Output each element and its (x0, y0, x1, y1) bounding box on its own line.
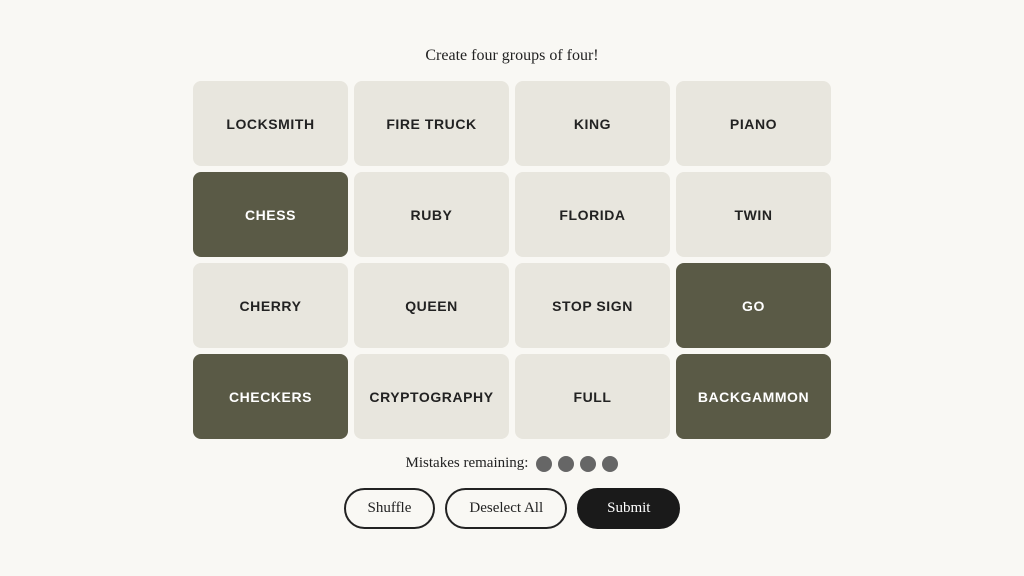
grid-cell[interactable]: PIANO (676, 81, 831, 166)
grid-cell[interactable]: GO (676, 263, 831, 348)
subtitle: Create four groups of four! (425, 47, 598, 65)
grid-cell[interactable]: STOP SIGN (515, 263, 670, 348)
mistake-dot (536, 456, 552, 472)
mistake-dot (558, 456, 574, 472)
mistake-dot (580, 456, 596, 472)
mistakes-row: Mistakes remaining: (406, 455, 619, 472)
mistakes-dots (536, 456, 618, 472)
grid-cell[interactable]: FLORIDA (515, 172, 670, 257)
grid-cell[interactable]: FIRE TRUCK (354, 81, 509, 166)
grid-cell[interactable]: CHECKERS (193, 354, 348, 439)
word-grid: LOCKSMITHFIRE TRUCKKINGPIANO CHESSRUBYFLO… (193, 81, 831, 439)
grid-cell[interactable]: FULL (515, 354, 670, 439)
grid-cell[interactable]: CHERRY (193, 263, 348, 348)
grid-cell[interactable]: RUBY (354, 172, 509, 257)
grid-cell[interactable]: CHESS (193, 172, 348, 257)
grid-cell[interactable]: CRYPTOGRAPHY (354, 354, 509, 439)
grid-cell[interactable]: LOCKSMITH (193, 81, 348, 166)
submit-button[interactable]: Submit (577, 488, 680, 529)
grid-cell[interactable]: QUEEN (354, 263, 509, 348)
shuffle-button[interactable]: Shuffle (344, 488, 436, 529)
deselect-button[interactable]: Deselect All (445, 488, 567, 529)
mistake-dot (602, 456, 618, 472)
grid-cell[interactable]: TWIN (676, 172, 831, 257)
mistakes-label: Mistakes remaining: (406, 455, 529, 472)
grid-cell[interactable]: BACKGAMMON (676, 354, 831, 439)
buttons-row: Shuffle Deselect All Submit (344, 488, 681, 529)
grid-cell[interactable]: KING (515, 81, 670, 166)
game-container: Create four groups of four! LOCKSMITHFIR… (182, 47, 842, 529)
